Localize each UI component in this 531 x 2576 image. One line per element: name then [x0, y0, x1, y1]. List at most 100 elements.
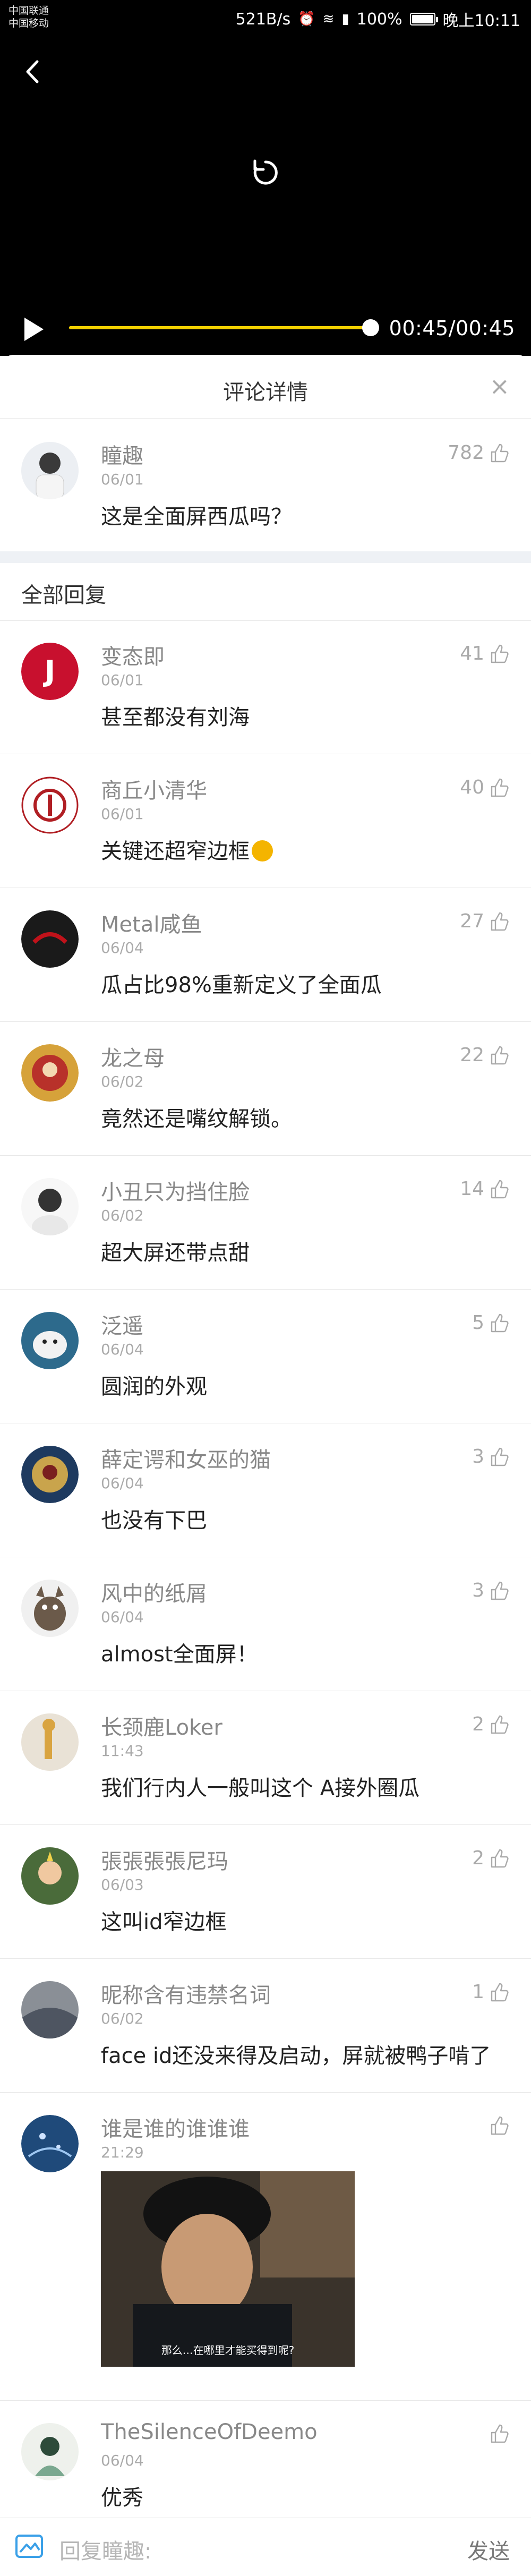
username[interactable]: 龙之母 [101, 1041, 165, 1072]
comment-text-content: 关键还超窄边框 [101, 839, 250, 864]
reply-item: 昵称含有违禁名词 06/02 face id还没来得及启动，屏就被鸭子啃了 1 [0, 1959, 531, 2093]
like-count: 2 [472, 1713, 484, 1735]
comment-date: 21:29 [101, 2144, 144, 2161]
comment-date: 06/01 [101, 671, 144, 689]
comment-text: 这是全面屏西瓜吗？ [101, 505, 292, 529]
comment-text: 我们行内人一般叫这个 A接外圈瓜 [101, 1776, 420, 1801]
status-right: 521B/s ⏰ ≋ ▮ 100% 晚上10:11 [236, 7, 520, 31]
like-button[interactable]: 1 [472, 1981, 510, 2003]
avatar[interactable] [21, 1312, 79, 1369]
like-button[interactable]: 3 [472, 1580, 510, 1601]
avatar[interactable]: J [21, 643, 79, 700]
avatar[interactable] [21, 910, 79, 968]
reply-input[interactable]: 回复瞳趣: [59, 2534, 151, 2565]
like-button[interactable]: 14 [460, 1178, 510, 1200]
reply-item: TheSilenceOfDeemo 06/04 优秀 [0, 2401, 531, 2535]
like-count: 1 [472, 1981, 484, 2003]
thumbs-up-icon [491, 1447, 509, 1466]
comment-date: 06/01 [101, 805, 144, 823]
comment-date: 06/04 [101, 1608, 144, 1626]
username[interactable]: 风中的纸屑 [101, 1576, 207, 1607]
avatar[interactable] [21, 2423, 79, 2480]
comment-text: 优秀 [101, 2486, 143, 2510]
avatar[interactable] [21, 1580, 79, 1637]
thumbs-up-icon [491, 1715, 509, 1734]
username[interactable]: Metal咸鱼 [101, 907, 202, 938]
back-arrow-icon[interactable] [20, 58, 47, 85]
close-icon[interactable]: × [489, 374, 510, 398]
like-button[interactable] [484, 2423, 510, 2444]
avatar[interactable] [21, 1446, 79, 1503]
username[interactable]: 小丑只为挡住脸 [101, 1175, 250, 1206]
avatar[interactable] [21, 1178, 79, 1235]
comment-text: face id还没来得及启动，屏就被鸭子啃了 [101, 2044, 491, 2068]
progress-bar[interactable] [69, 326, 371, 329]
like-count: 2 [472, 1847, 484, 1869]
comment-text: 甚至都没有刘海 [101, 705, 250, 730]
thumbs-up-icon [491, 778, 509, 797]
like-count: 5 [472, 1312, 484, 1334]
reply-item: 泛遥 06/04 圆润的外观 5 [0, 1290, 531, 1423]
username[interactable]: 泛遥 [101, 1309, 143, 1340]
comment-image[interactable]: 那么…在哪里才能买得到呢? [101, 2171, 355, 2367]
battery-percent: 100% [356, 10, 402, 29]
progress-knob[interactable] [362, 319, 379, 336]
username[interactable]: 薛定谔和女巫的猫 [101, 1443, 271, 1473]
video-player[interactable]: 中国联通 中国移动 521B/s ⏰ ≋ ▮ 100% 晚上10:11 00:4… [0, 0, 531, 356]
like-count: 3 [472, 1446, 484, 1468]
like-button[interactable]: 22 [460, 1044, 510, 1066]
send-button[interactable]: 发送 [467, 2534, 510, 2565]
like-button[interactable]: 782 [448, 442, 510, 464]
reply-item: Metal咸鱼 06/04 瓜占比98%重新定义了全面瓜 27 [0, 888, 531, 1022]
like-button[interactable]: 5 [472, 1312, 510, 1334]
username[interactable]: 張張張張尼玛 [101, 1844, 228, 1875]
like-button[interactable]: 2 [472, 1713, 510, 1735]
like-button[interactable]: 3 [472, 1446, 510, 1468]
like-count: 3 [472, 1580, 484, 1601]
username[interactable]: 谁是谁的谁谁谁 [101, 2112, 250, 2143]
comment-date: 11:43 [101, 1742, 144, 1760]
avatar[interactable] [21, 1713, 79, 1771]
username[interactable]: 瞳趣 [101, 439, 143, 470]
comment-date: 06/04 [101, 2452, 144, 2469]
reply-item: 商丘小清华 06/01 关键还超窄边框 40 [0, 754, 531, 888]
comment-date: 06/02 [101, 1207, 144, 1224]
thumbs-up-icon [491, 2116, 509, 2135]
username[interactable]: TheSilenceOfDeemo [101, 2420, 318, 2444]
like-button[interactable]: 40 [460, 777, 510, 798]
battery-icon [409, 13, 438, 25]
thumbs-up-icon [491, 2424, 509, 2443]
sheet-title: 评论详情 [223, 380, 308, 405]
avatar[interactable] [21, 1981, 79, 2038]
avatar[interactable] [21, 2115, 79, 2172]
play-icon[interactable] [24, 318, 44, 341]
replay-icon[interactable] [250, 157, 281, 189]
like-button[interactable]: 41 [460, 643, 510, 664]
like-button[interactable]: 27 [460, 910, 510, 932]
avatar[interactable] [21, 1044, 79, 1102]
image-caption: 那么…在哪里才能买得到呢? [161, 2344, 295, 2357]
like-count: 41 [460, 643, 484, 664]
reply-item: J 变态即 06/01 甚至都没有刘海 41 [0, 620, 531, 754]
username[interactable]: 变态即 [101, 639, 165, 670]
thumbs-up-icon [491, 912, 509, 931]
username[interactable]: 长颈鹿Loker [101, 1710, 222, 1741]
thumbs-up-icon [491, 1849, 509, 1867]
like-button[interactable] [484, 2115, 510, 2136]
comment-text: 也没有下巴 [101, 1508, 207, 1533]
username[interactable]: 昵称含有违禁名词 [101, 1978, 271, 2009]
image-picker-icon[interactable] [15, 2534, 44, 2558]
comment-date: 06/04 [101, 939, 144, 957]
thumbs-up-icon [491, 1313, 509, 1332]
comment-text: almost全面屏！ [101, 1642, 258, 1667]
like-button[interactable]: 2 [472, 1847, 510, 1869]
avatar[interactable] [21, 1847, 79, 1905]
comment-date: 06/04 [101, 1341, 144, 1358]
comment-text: 竟然还是嘴纹解锁。 [101, 1107, 292, 1131]
username[interactable]: 商丘小清华 [101, 773, 207, 804]
reply-item: 风中的纸屑 06/04 almost全面屏！ 3 [0, 1557, 531, 1691]
avatar[interactable] [21, 777, 79, 834]
avatar[interactable] [21, 442, 79, 499]
like-count: 14 [460, 1178, 484, 1200]
original-comment: 瞳趣 06/01 这是全面屏西瓜吗？ 782 [0, 419, 531, 557]
